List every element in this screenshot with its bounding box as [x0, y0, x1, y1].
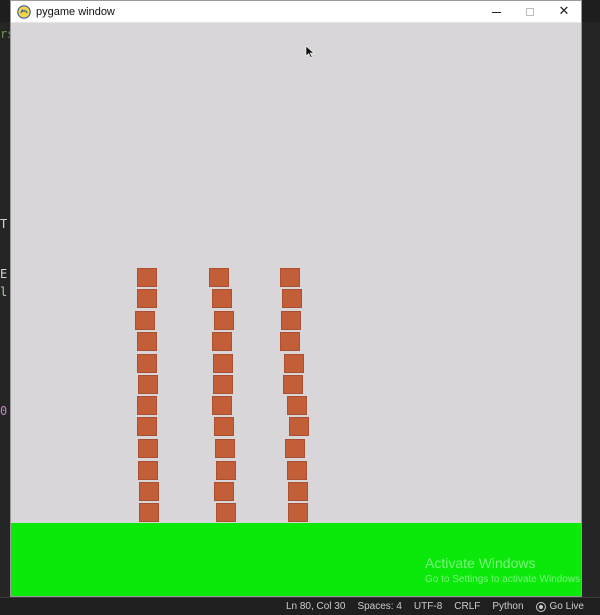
brick — [285, 439, 305, 458]
maximize-button[interactable] — [513, 1, 547, 23]
brick — [137, 332, 157, 351]
brick — [216, 461, 236, 480]
brick — [139, 503, 159, 522]
brick — [212, 396, 232, 415]
go-live-label: Go Live — [549, 601, 584, 612]
window-title: pygame window — [36, 5, 115, 18]
cursor-position[interactable]: Ln 80, Col 30 — [286, 601, 346, 612]
file-encoding[interactable]: UTF-8 — [414, 601, 442, 612]
brick — [135, 311, 155, 330]
brick — [212, 289, 232, 308]
game-canvas[interactable]: Activate Windows Go to Settings to activ… — [11, 23, 581, 596]
brick — [137, 396, 157, 415]
brick — [213, 354, 233, 373]
brick — [209, 268, 229, 287]
brick — [282, 289, 302, 308]
brick — [138, 439, 158, 458]
maximize-icon — [526, 7, 534, 16]
brick — [288, 503, 308, 522]
brick — [216, 503, 236, 522]
window-titlebar[interactable]: pygame window ✕ — [11, 1, 581, 23]
minimize-icon — [491, 11, 501, 13]
brick — [280, 332, 300, 351]
brick — [137, 289, 157, 308]
background-code-fragment: E — [0, 267, 8, 281]
brick — [281, 311, 301, 330]
brick — [139, 482, 159, 501]
minimize-button[interactable] — [479, 1, 513, 23]
brick — [213, 375, 233, 394]
brick — [137, 268, 157, 287]
broadcast-icon — [535, 601, 546, 612]
brick — [283, 375, 303, 394]
brick — [137, 417, 157, 436]
brick — [280, 268, 300, 287]
go-live-button[interactable]: Go Live — [535, 601, 584, 612]
brick — [137, 354, 157, 373]
close-icon: ✕ — [558, 4, 570, 19]
brick — [138, 375, 158, 394]
language-mode[interactable]: Python — [492, 601, 523, 612]
brick — [214, 417, 234, 436]
editor-statusbar: Ln 80, Col 30 Spaces: 4 UTF-8 CRLF Pytho… — [0, 597, 600, 615]
brick — [212, 332, 232, 351]
mouse-cursor-icon — [305, 45, 315, 59]
pygame-snake-icon — [17, 4, 31, 19]
editor-minimap — [582, 22, 600, 597]
brick — [289, 417, 309, 436]
ground — [11, 523, 581, 596]
brick — [284, 354, 304, 373]
indentation-setting[interactable]: Spaces: 4 — [357, 601, 401, 612]
pygame-window[interactable]: pygame window ✕ Activate Windows Go to S… — [10, 0, 582, 597]
brick — [214, 482, 234, 501]
brick — [138, 461, 158, 480]
close-button[interactable]: ✕ — [547, 1, 581, 23]
background-code-fragment: l — [0, 285, 8, 299]
line-ending[interactable]: CRLF — [454, 601, 480, 612]
brick — [288, 482, 308, 501]
background-code-fragment: 0 — [0, 404, 8, 418]
brick — [287, 461, 307, 480]
brick — [214, 311, 234, 330]
brick — [287, 396, 307, 415]
brick — [215, 439, 235, 458]
